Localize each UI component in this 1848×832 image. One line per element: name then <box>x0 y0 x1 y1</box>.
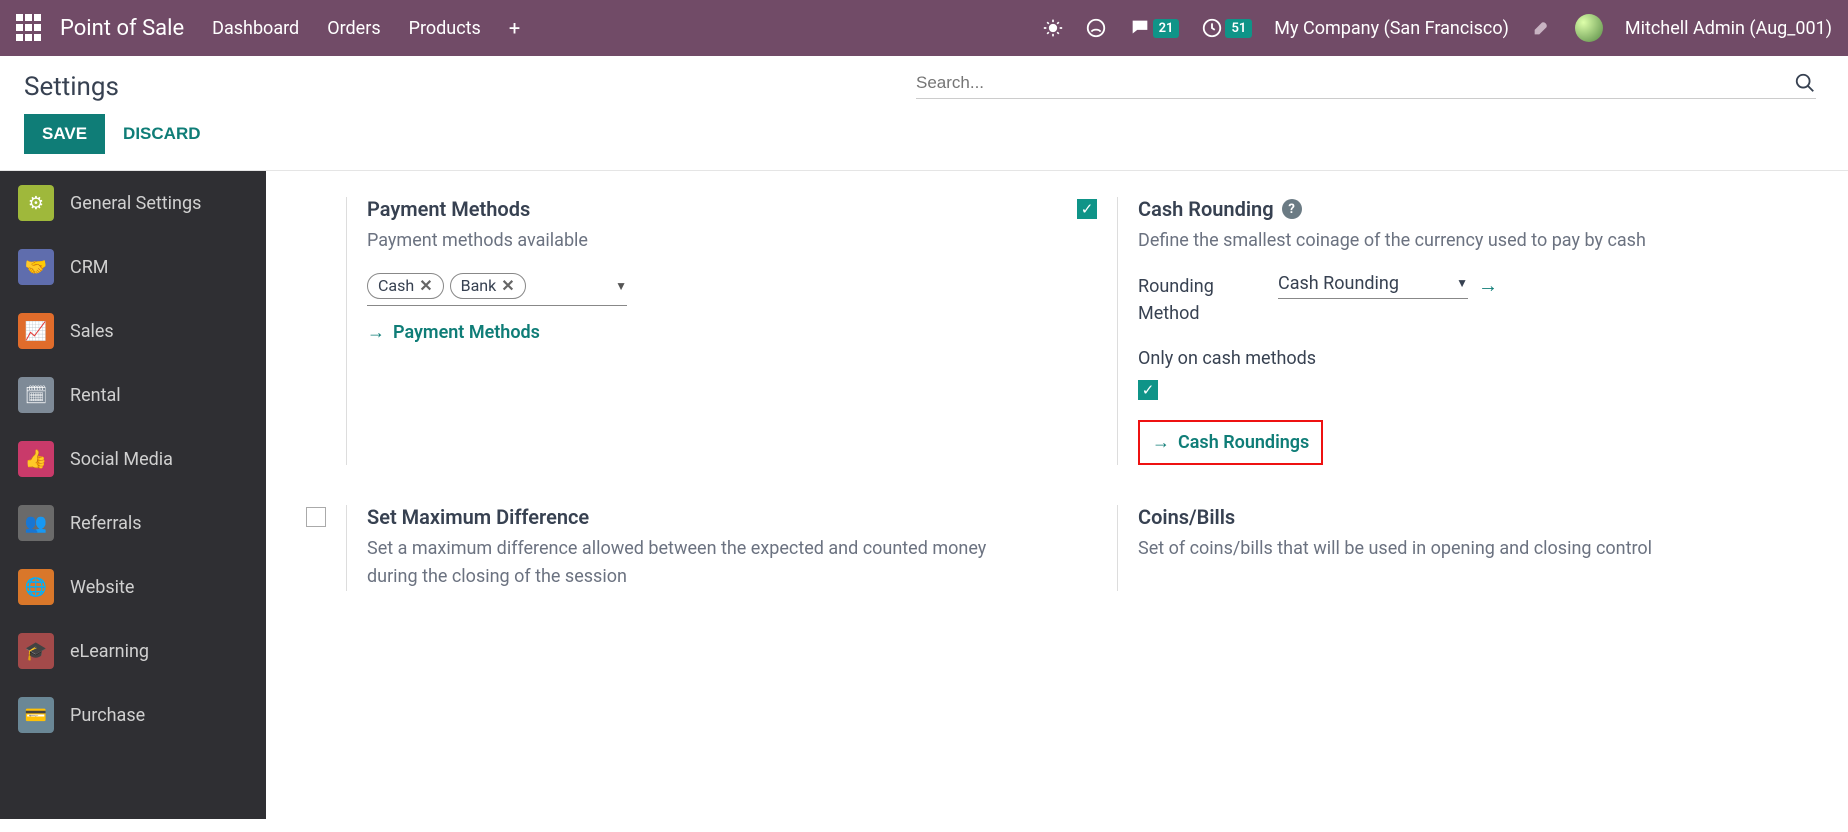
page-title: Settings <box>24 72 119 102</box>
activities-icon[interactable]: 51 <box>1201 17 1252 39</box>
setting-desc: Define the smallest coinage of the curre… <box>1138 227 1808 255</box>
setting-desc: Set of coins/bills that will be used in … <box>1138 535 1808 563</box>
setting-payment-methods: Payment Methods Payment methods availabl… <box>306 197 1037 465</box>
payment-methods-link[interactable]: Payment Methods <box>367 322 540 343</box>
settings-sidebar: ⚙General Settings 🤝CRM 📈Sales 🗓Rental 👍S… <box>0 171 266 819</box>
brand[interactable]: Point of Sale <box>60 16 184 41</box>
tag-cash[interactable]: Cash ✕ <box>367 273 444 299</box>
activities-badge: 51 <box>1225 19 1252 38</box>
chevron-down-icon[interactable]: ▼ <box>615 279 627 293</box>
sidebar-item-general[interactable]: ⚙General Settings <box>0 171 266 235</box>
sidebar-item-crm[interactable]: 🤝CRM <box>0 235 266 299</box>
bug-icon[interactable] <box>1043 18 1063 38</box>
only-cash-label: Only on cash methods <box>1138 345 1316 372</box>
username[interactable]: Mitchell Admin (Aug_001) <box>1625 18 1832 39</box>
nav-dashboard[interactable]: Dashboard <box>212 18 299 39</box>
setting-title: Set Maximum Difference <box>367 505 1037 529</box>
help-icon[interactable]: ? <box>1282 199 1302 219</box>
search-input[interactable] <box>916 73 1794 93</box>
tag-bank[interactable]: Bank ✕ <box>450 273 526 299</box>
payment-methods-tags[interactable]: Cash ✕ Bank ✕ ▼ <box>367 273 627 306</box>
cash-rounding-checkbox[interactable]: ✓ <box>1077 199 1097 219</box>
sidebar-item-purchase[interactable]: 💳Purchase <box>0 683 266 747</box>
save-button[interactable]: SAVE <box>24 114 105 154</box>
chevron-down-icon[interactable]: ▼ <box>1456 276 1468 290</box>
cash-roundings-link[interactable]: Cash Roundings <box>1152 432 1309 453</box>
nav-orders[interactable]: Orders <box>327 18 380 39</box>
sidebar-item-label: General Settings <box>70 193 201 214</box>
sidebar-item-social[interactable]: 👍Social Media <box>0 427 266 491</box>
close-icon[interactable]: ✕ <box>501 276 514 295</box>
close-icon[interactable]: ✕ <box>419 276 432 295</box>
sidebar-item-website[interactable]: 🌐Website <box>0 555 266 619</box>
plus-icon[interactable]: + <box>509 16 520 40</box>
arrow-right-icon <box>1152 432 1170 453</box>
sidebar-item-referrals[interactable]: 👥Referrals <box>0 491 266 555</box>
support-icon[interactable] <box>1085 17 1107 39</box>
sidebar-item-label: Purchase <box>70 705 145 726</box>
setting-title: Payment Methods <box>367 197 1037 221</box>
sidebar-item-label: Sales <box>70 321 114 342</box>
sidebar-item-label: Referrals <box>70 513 142 534</box>
sidebar-item-label: Social Media <box>70 449 173 470</box>
messages-badge: 21 <box>1153 19 1180 38</box>
setting-desc: Payment methods available <box>367 227 1037 255</box>
avatar[interactable] <box>1575 14 1603 42</box>
main-panel: Payment Methods Payment methods availabl… <box>266 171 1848 819</box>
nav-products[interactable]: Products <box>409 18 481 39</box>
setting-coins-bills: Coins/Bills Set of coins/bills that will… <box>1077 505 1808 591</box>
highlighted-area: Cash Roundings <box>1138 420 1323 465</box>
tools-icon[interactable] <box>1531 17 1553 39</box>
external-link-icon[interactable]: → <box>1478 273 1498 298</box>
content: ⚙General Settings 🤝CRM 📈Sales 🗓Rental 👍S… <box>0 171 1848 819</box>
topbar-right: 21 51 My Company (San Francisco) Mitchel… <box>1043 14 1832 42</box>
sidebar-item-elearning[interactable]: 🎓eLearning <box>0 619 266 683</box>
search-wrap[interactable] <box>916 72 1816 99</box>
messages-icon[interactable]: 21 <box>1129 17 1180 39</box>
arrow-right-icon <box>367 322 385 343</box>
company-selector[interactable]: My Company (San Francisco) <box>1274 18 1509 39</box>
sidebar-item-rental[interactable]: 🗓Rental <box>0 363 266 427</box>
max-difference-checkbox[interactable] <box>306 507 326 527</box>
discard-button[interactable]: DISCARD <box>123 124 200 144</box>
setting-cash-rounding: ✓ Cash Rounding? Define the smallest coi… <box>1077 197 1808 465</box>
setting-title: Coins/Bills <box>1138 505 1808 529</box>
only-cash-checkbox[interactable]: ✓ <box>1138 380 1158 400</box>
top-nav: Dashboard Orders Products <box>212 18 481 39</box>
setting-max-difference: Set Maximum Difference Set a maximum dif… <box>306 505 1037 591</box>
apps-icon[interactable] <box>16 14 44 42</box>
sidebar-item-label: Rental <box>70 385 121 406</box>
sidebar-item-label: Website <box>70 577 134 598</box>
sidebar-item-label: CRM <box>70 257 109 278</box>
rounding-method-label: Rounding Method <box>1138 273 1248 327</box>
setting-desc: Set a maximum difference allowed between… <box>367 535 1037 591</box>
topbar: Point of Sale Dashboard Orders Products … <box>0 0 1848 56</box>
sidebar-item-label: eLearning <box>70 641 149 662</box>
rounding-method-select[interactable]: Cash Rounding ▼ <box>1278 273 1468 299</box>
setting-title: Cash Rounding? <box>1138 197 1808 221</box>
action-bar: SAVE DISCARD <box>0 102 1848 171</box>
sidebar-item-sales[interactable]: 📈Sales <box>0 299 266 363</box>
subheader: Settings <box>0 56 1848 102</box>
search-icon[interactable] <box>1794 72 1816 94</box>
